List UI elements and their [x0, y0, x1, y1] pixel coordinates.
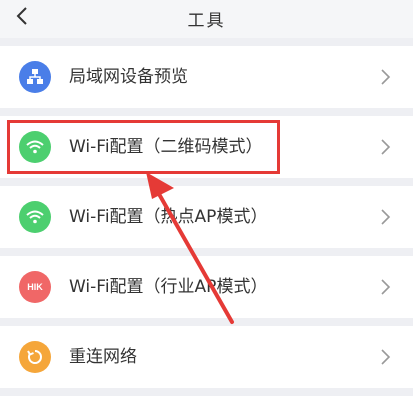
list-item-wifi-hotspot-ap[interactable]: Wi-Fi配置（热点AP模式） [0, 186, 413, 248]
list-item-wifi-industry-ap[interactable]: HIK Wi-Fi配置（行业AP模式） [0, 256, 413, 318]
hik-icon: HIK [19, 271, 51, 303]
chevron-right-icon [381, 349, 391, 365]
wifi-icon [19, 131, 51, 163]
lan-devices-icon [19, 61, 51, 93]
list-item-label: Wi-Fi配置（热点AP模式） [69, 207, 268, 227]
list-item-wifi-qrcode[interactable]: Wi-Fi配置（二维码模式） [0, 116, 413, 178]
chevron-right-icon [381, 209, 391, 225]
list-item-label: Wi-Fi配置（二维码模式） [69, 137, 263, 157]
list-item-label: 局域网设备预览 [69, 67, 188, 87]
reconnect-icon [19, 341, 51, 373]
top-bar: 工具 [0, 0, 413, 38]
list-item-reconnect-network[interactable]: 重连网络 [0, 326, 413, 388]
hik-icon-text: HIK [27, 282, 43, 292]
list-item-label: Wi-Fi配置（行业AP模式） [69, 277, 268, 297]
tools-list: 局域网设备预览 Wi-Fi配置（二维码模式） Wi-Fi配置（热点AP模式） H… [0, 46, 413, 416]
chevron-right-icon [381, 69, 391, 85]
chevron-right-icon [381, 139, 391, 155]
list-item-partial [0, 396, 413, 416]
list-item-label: 重连网络 [69, 347, 137, 367]
chevron-right-icon [381, 279, 391, 295]
page-title: 工具 [187, 11, 226, 31]
list-item-lan-preview[interactable]: 局域网设备预览 [0, 46, 413, 108]
wifi-icon [19, 201, 51, 233]
